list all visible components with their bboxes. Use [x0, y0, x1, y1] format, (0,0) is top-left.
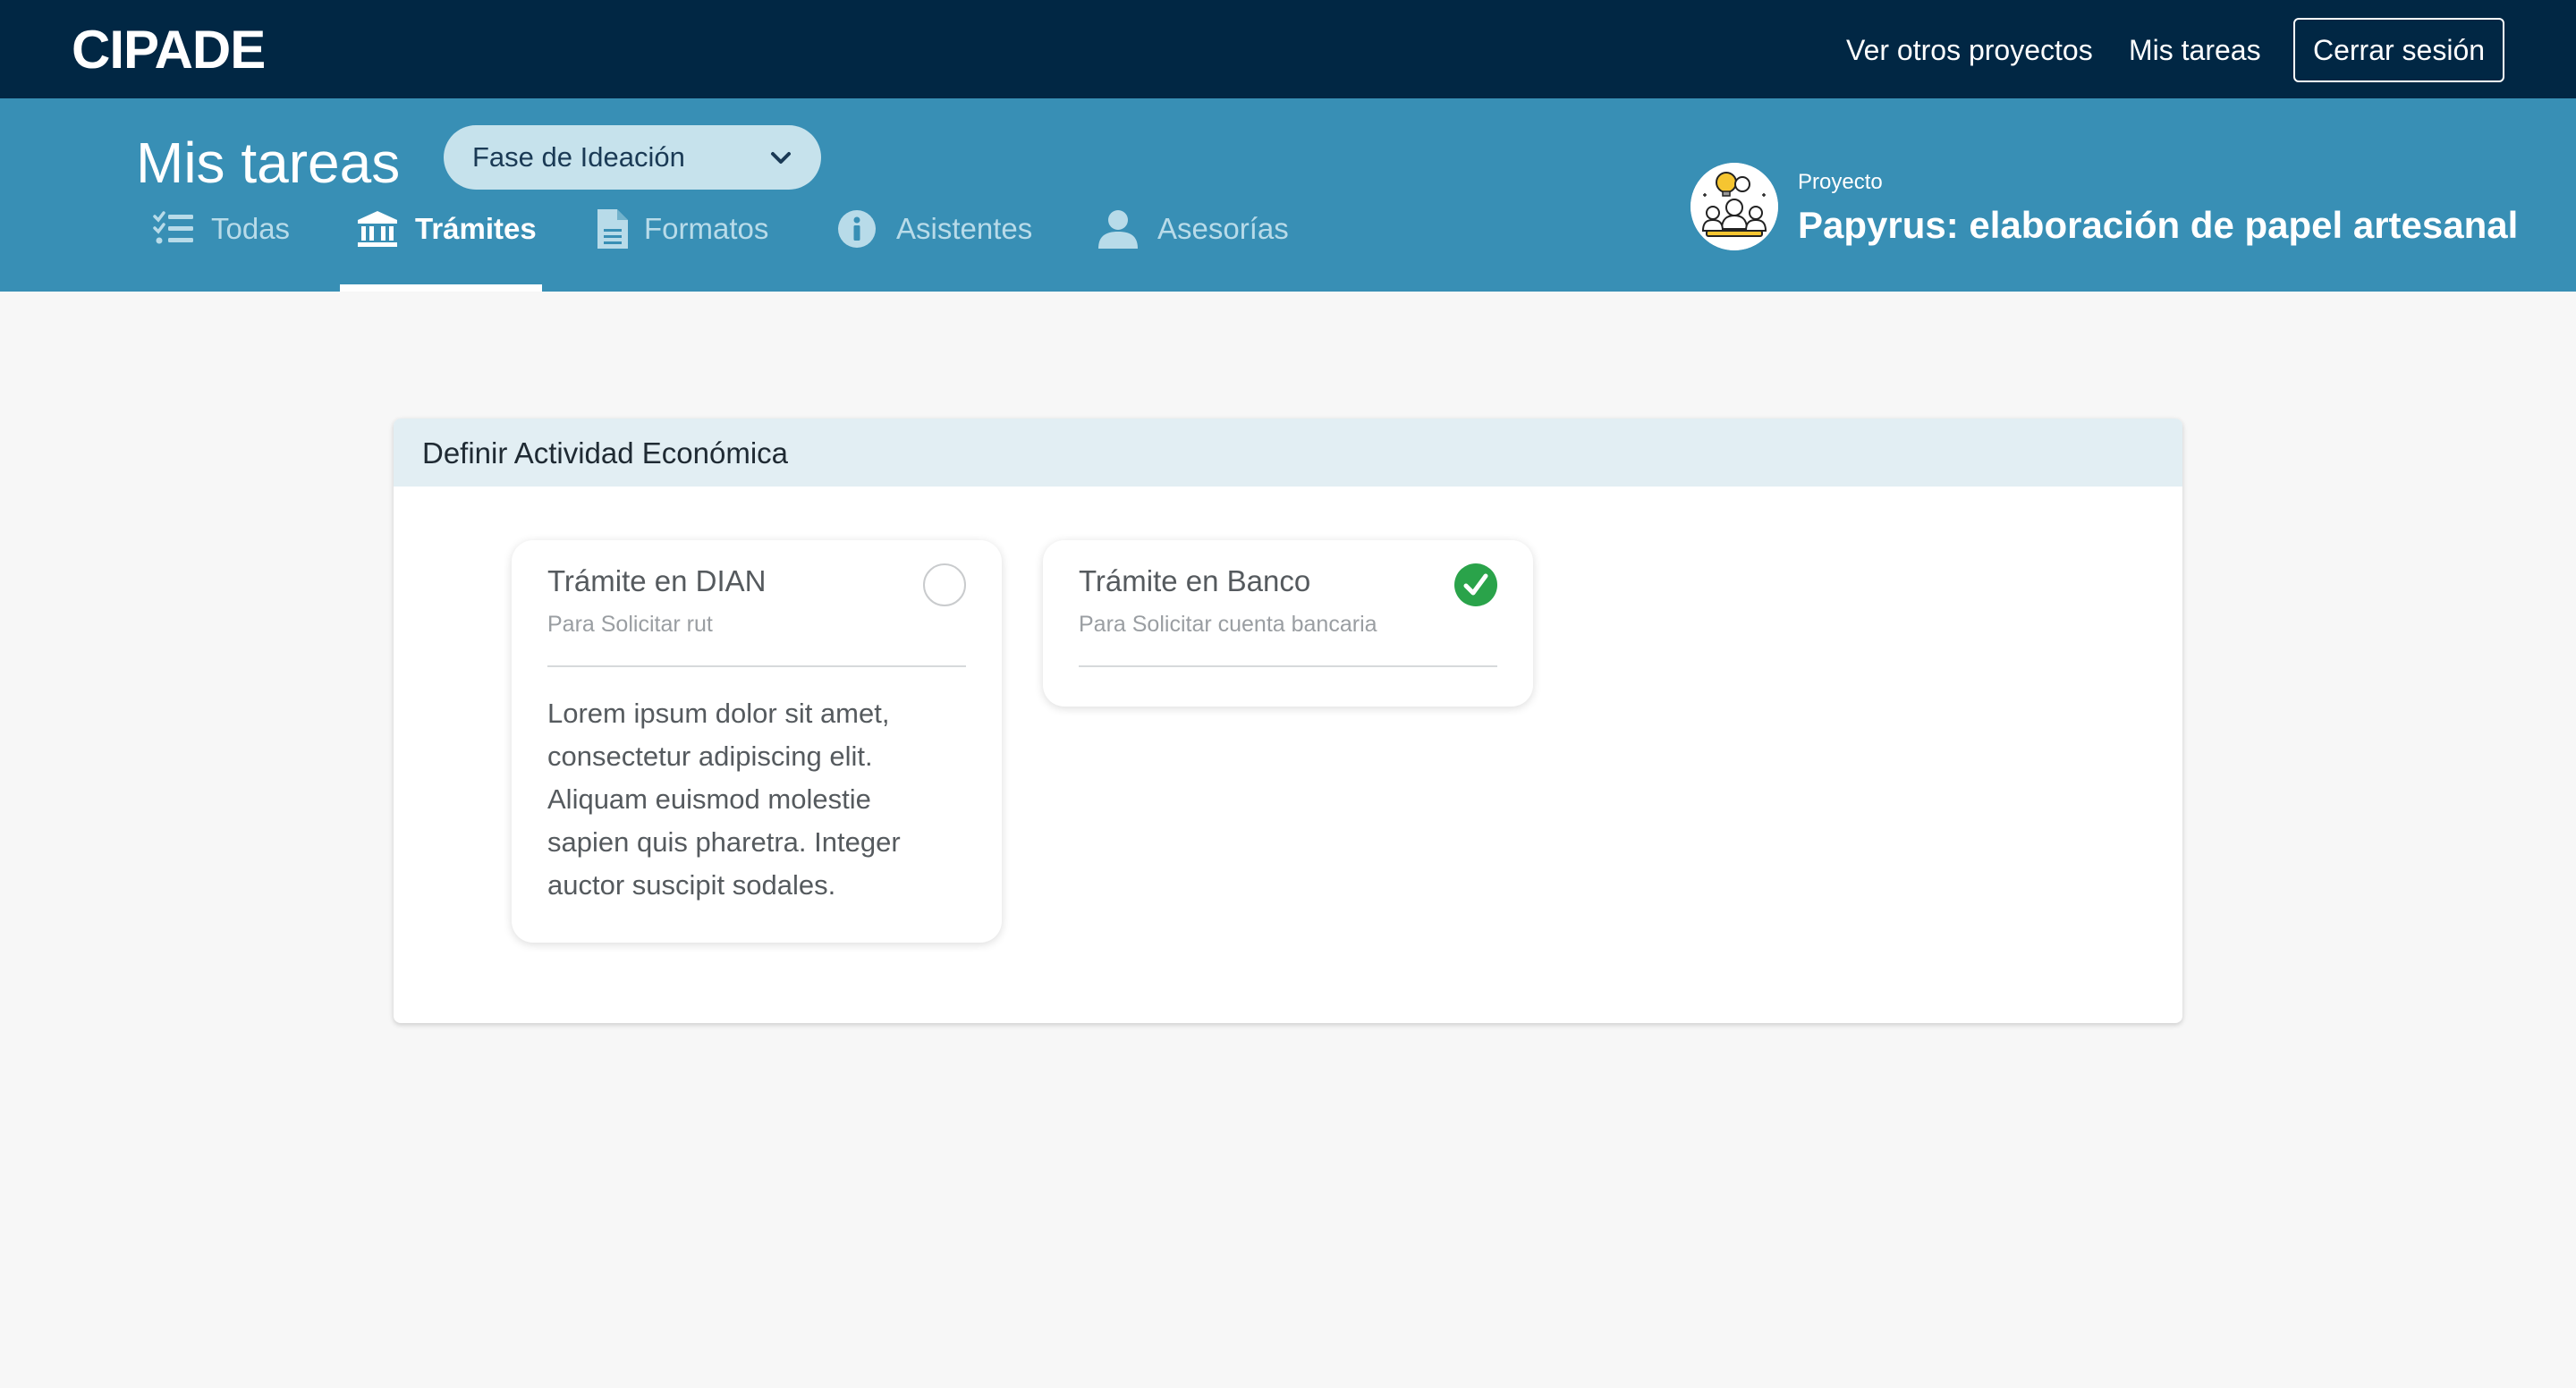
task-status-checkbox[interactable] [923, 563, 966, 606]
tab-asesorias[interactable]: Asesorías [1097, 209, 1289, 292]
task-description: Lorem ipsum dolor sit amet, consectetur … [547, 698, 901, 901]
tab-todas[interactable]: Todas [150, 209, 297, 292]
task-card-dian[interactable]: Trámite en DIAN Para Solicitar rut Lorem… [512, 540, 1002, 943]
tab-label: Todas [211, 212, 291, 245]
logout-button[interactable]: Cerrar sesión [2293, 18, 2504, 82]
task-title: Trámite en Banco [1079, 564, 1311, 597]
document-icon [597, 209, 628, 249]
task-subtitle: Para Solicitar cuenta bancaria [1079, 612, 1377, 637]
info-icon [838, 210, 876, 248]
project-avatar [1690, 163, 1778, 250]
phase-select-value: Fase de Ideación [472, 141, 685, 173]
user-icon [1098, 210, 1138, 249]
active-tab-indicator [340, 284, 542, 292]
checklist-icon [153, 211, 193, 244]
project-caption: Proyecto [1798, 170, 1883, 194]
checkmark-icon [1463, 573, 1488, 596]
brand-logo[interactable]: CIPADE [72, 21, 266, 79]
phase-select[interactable]: Fase de Ideación [444, 125, 821, 190]
section-header: Definir Actividad Económica [394, 419, 2182, 487]
project-name: Papyrus: elaboración de papel artesanal [1798, 204, 2519, 246]
page-title: Mis tareas [136, 131, 401, 195]
other-projects-link[interactable]: Ver otros proyectos [1846, 32, 2093, 68]
tab-tramites[interactable]: Trámites [340, 209, 542, 292]
section-title: Definir Actividad Económica [422, 436, 789, 470]
tab-label: Formatos [644, 212, 769, 245]
bank-icon [358, 211, 397, 247]
tab-label: Asistentes [896, 212, 1033, 245]
task-subtitle: Para Solicitar rut [547, 612, 713, 637]
page-header: Mis tareas Fase de Ideación Todas Trámit… [0, 98, 2576, 292]
chevron-down-icon [771, 152, 791, 164]
tab-label: Asesorías [1157, 212, 1289, 245]
task-title: Trámite en DIAN [547, 564, 767, 597]
tab-asistentes[interactable]: Asistentes [837, 209, 1033, 292]
top-navbar: CIPADE Ver otros proyectos Mis tareas Ce… [0, 0, 2576, 98]
tab-formatos[interactable]: Formatos [592, 209, 780, 292]
divider [547, 665, 966, 667]
tab-label: Trámites [415, 212, 537, 245]
team-idea-icon [1690, 163, 1778, 250]
task-card-banco[interactable]: Trámite en Banco Para Solicitar cuenta b… [1043, 540, 1533, 707]
divider [1079, 665, 1497, 667]
task-status-checkbox[interactable] [1454, 563, 1497, 606]
my-tasks-link[interactable]: Mis tareas [2129, 32, 2261, 68]
